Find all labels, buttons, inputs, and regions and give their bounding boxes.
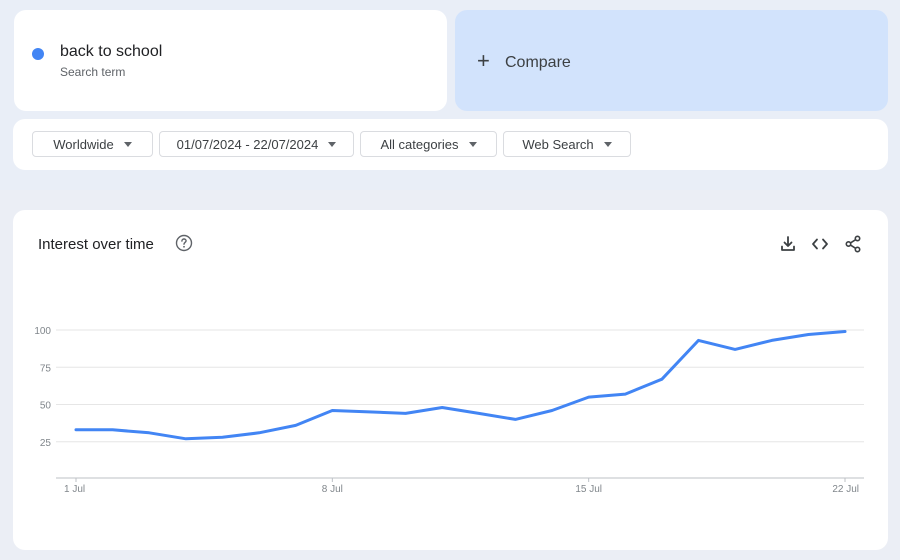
property-label: Web Search bbox=[522, 136, 594, 152]
caret-down-icon bbox=[123, 141, 132, 147]
search-term-card[interactable]: back to school Search term bbox=[14, 10, 447, 111]
chart-title: Interest over time bbox=[38, 236, 154, 253]
region-dropdown[interactable]: Worldwide bbox=[32, 131, 153, 157]
download-icon[interactable] bbox=[779, 235, 797, 253]
property-dropdown[interactable]: Web Search bbox=[503, 131, 631, 157]
compare-button[interactable]: + Compare bbox=[455, 10, 888, 111]
caret-down-icon bbox=[603, 141, 612, 147]
search-term-name[interactable]: back to school bbox=[60, 43, 162, 61]
embed-code-icon[interactable] bbox=[811, 235, 829, 253]
date-range-dropdown[interactable]: 01/07/2024 - 22/07/2024 bbox=[159, 131, 354, 157]
region-label: Worldwide bbox=[53, 136, 114, 152]
search-term-type: Search term bbox=[60, 65, 126, 79]
category-dropdown[interactable]: All categories bbox=[360, 131, 497, 157]
date-range-label: 01/07/2024 - 22/07/2024 bbox=[176, 136, 319, 152]
share-icon[interactable] bbox=[844, 235, 862, 253]
caret-down-icon bbox=[328, 141, 337, 147]
compare-label: Compare bbox=[505, 54, 571, 71]
interest-over-time-card: Interest over time bbox=[13, 210, 888, 550]
caret-down-icon bbox=[468, 141, 477, 147]
plus-icon: + bbox=[477, 48, 490, 73]
help-icon[interactable] bbox=[175, 234, 193, 252]
term-color-dot bbox=[32, 48, 44, 60]
filter-bar: Worldwide 01/07/2024 - 22/07/2024 All ca… bbox=[13, 119, 888, 170]
category-label: All categories bbox=[380, 136, 459, 152]
